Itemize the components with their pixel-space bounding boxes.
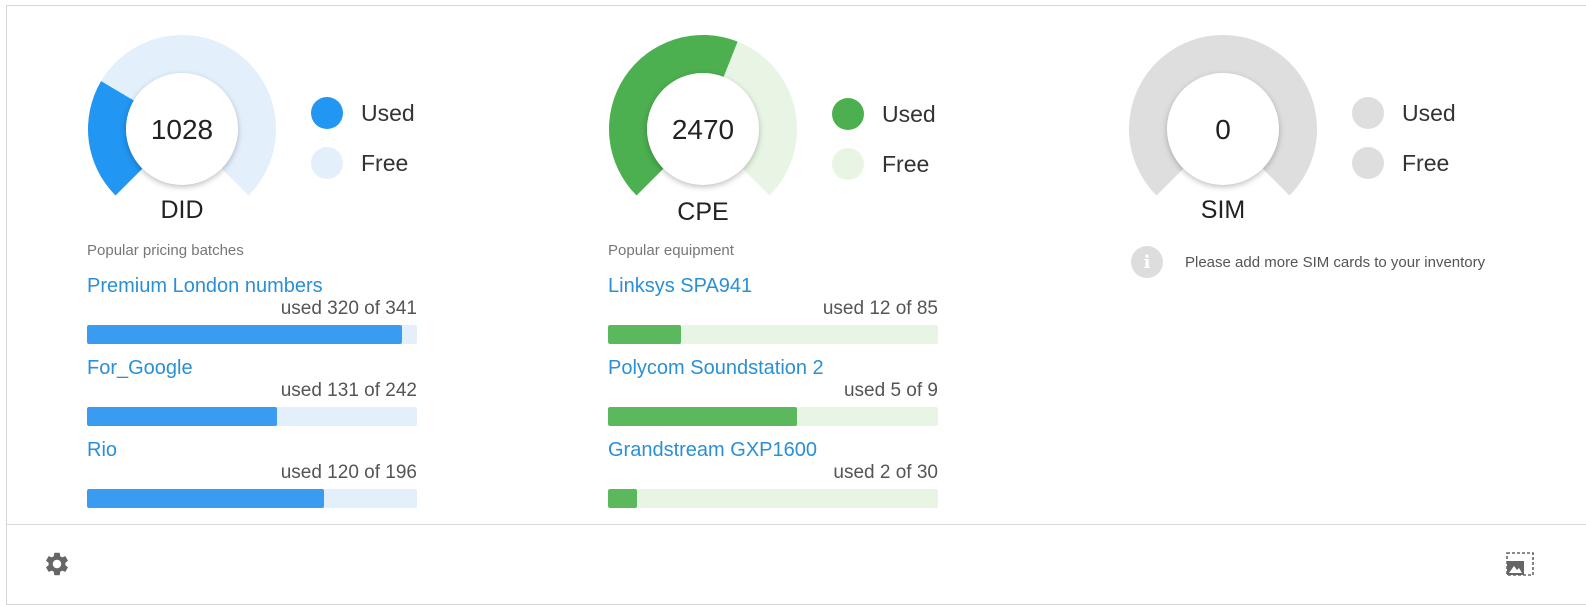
item-link[interactable]: For_Google (87, 356, 417, 380)
sim-gauge: 0 (1129, 34, 1317, 196)
legend-free: Free (1352, 138, 1456, 188)
legend-free-label: Free (1402, 149, 1450, 176)
legend-used-label: Used (1402, 99, 1456, 126)
sim-gauge-title: SIM (1200, 196, 1246, 224)
used-dot-icon (1352, 97, 1384, 129)
item-link[interactable]: Grandstream GXP1600 (608, 438, 938, 462)
cpe-gauge-title: CPE (677, 198, 729, 226)
inventory-widget: 1028 DID Used Free Popular pricing batch… (6, 5, 1586, 605)
section-label: Popular equipment (608, 242, 734, 259)
cpe-gauge: 2470 (609, 34, 797, 196)
list-item: Polycom Soundstation 2 used 5 of 9 (608, 356, 938, 426)
list-item: Premium London numbers used 320 of 341 (87, 274, 417, 344)
did-legend: Used Free (311, 88, 415, 188)
progress-bar (608, 325, 938, 344)
info-icon: i (1131, 246, 1163, 278)
item-usage: used 120 of 196 (280, 462, 417, 483)
cpe-gauge-value: 2470 (672, 114, 734, 145)
legend-used: Used (832, 89, 936, 139)
sim-notice-text: Please add more SIM cards to your invent… (1185, 253, 1486, 271)
legend-free: Free (832, 139, 936, 189)
progress-fill (87, 489, 324, 508)
progress-bar (608, 489, 938, 508)
legend-free: Free (311, 138, 415, 188)
legend-used-label: Used (882, 100, 936, 127)
progress-fill (608, 325, 681, 344)
item-link[interactable]: Polycom Soundstation 2 (608, 356, 938, 380)
legend-free-label: Free (361, 149, 409, 176)
did-gauge-value: 1028 (151, 114, 213, 145)
progress-fill (87, 325, 403, 344)
sim-notice: i Please add more SIM cards to your inve… (1131, 246, 1485, 278)
sim-gauge-value: 0 (1215, 114, 1231, 145)
list-item: For_Google used 131 of 242 (87, 356, 417, 426)
legend-used: Used (1352, 88, 1456, 138)
list-item: Grandstream GXP1600 used 2 of 30 (608, 438, 938, 508)
section-label: Popular pricing batches (87, 242, 244, 259)
did-gauge: 1028 (87, 34, 276, 196)
image-select-icon[interactable] (1505, 551, 1535, 579)
list-item: Rio used 120 of 196 (87, 438, 417, 508)
progress-bar (87, 489, 417, 508)
legend-used-label: Used (361, 99, 415, 126)
footer-divider (7, 524, 1586, 525)
gear-icon[interactable] (43, 550, 71, 578)
free-dot-icon (832, 148, 864, 180)
sim-legend: Used Free (1352, 88, 1456, 188)
did-panel: 1028 DID Used Free Popular pricing batch… (87, 6, 427, 521)
item-usage: used 131 of 242 (280, 380, 417, 401)
progress-fill (608, 407, 798, 426)
progress-fill (87, 407, 277, 426)
free-dot-icon (1352, 147, 1384, 179)
item-link[interactable]: Premium London numbers (87, 274, 417, 298)
legend-used: Used (311, 88, 415, 138)
legend-free-label: Free (882, 150, 930, 177)
used-dot-icon (311, 97, 343, 129)
cpe-legend: Used Free (832, 89, 936, 189)
item-usage: used 2 of 30 (833, 462, 938, 483)
progress-bar (87, 325, 417, 344)
used-dot-icon (832, 98, 864, 130)
cpe-panel: 2470 CPE Used Free Popular equipment Lin… (608, 6, 948, 521)
item-usage: used 320 of 341 (280, 298, 417, 319)
item-usage: used 12 of 85 (822, 298, 938, 319)
progress-fill (608, 489, 638, 508)
item-usage: used 5 of 9 (843, 380, 938, 401)
item-link[interactable]: Rio (87, 438, 417, 462)
did-gauge-title: DID (160, 196, 204, 224)
sim-panel: 0 SIM Used Free i Please add more SIM ca… (1128, 6, 1548, 521)
progress-bar (608, 407, 938, 426)
progress-bar (87, 407, 417, 426)
list-item: Linksys SPA941 used 12 of 85 (608, 274, 938, 344)
free-dot-icon (311, 147, 343, 179)
item-link[interactable]: Linksys SPA941 (608, 274, 938, 298)
